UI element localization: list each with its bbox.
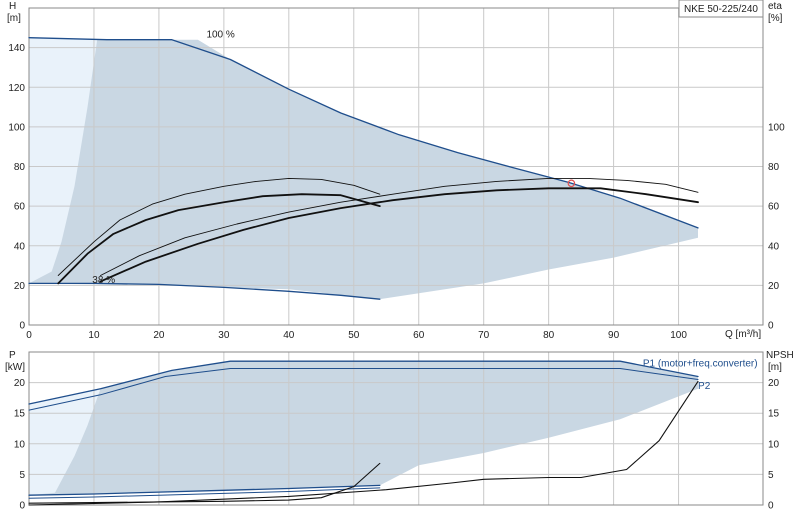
y-right-tick-label: 0 [768, 321, 774, 332]
y-right-tick-label: 5 [768, 470, 774, 481]
x-tick-label: 10 [88, 330, 100, 341]
x-tick-label: 80 [543, 330, 555, 341]
curve-annotation: 38 % [92, 275, 115, 286]
x-tick-label: 70 [478, 330, 490, 341]
y-right-tick-label: 15 [768, 409, 780, 420]
y-right-tick-label: 40 [768, 241, 780, 252]
y-tick-label: 40 [14, 241, 26, 252]
series-label: P1 (motor+freq.converter) [643, 359, 758, 370]
eta-axis-unit: [%] [768, 13, 783, 24]
y-right-tick-label: 20 [768, 281, 780, 292]
power-axis-unit: [kW] [5, 362, 25, 373]
y-right-tick-label: 100 [768, 122, 785, 133]
y-tick-label: 80 [14, 162, 26, 173]
npsh-axis-unit: [m] [768, 362, 782, 373]
x-tick-label: 100 [670, 330, 687, 341]
curve-annotation: 100 % [206, 29, 234, 40]
head_curves-operating-envelope [29, 37, 698, 300]
eta-axis-label: eta [768, 1, 782, 12]
y-right-tick-label: 10 [768, 439, 780, 450]
x-tick-label: 30 [218, 330, 230, 341]
y-tick-label: 0 [19, 501, 25, 512]
y-tick-label: 140 [8, 43, 25, 54]
y-right-tick-label: 0 [768, 501, 774, 512]
chart-title: NKE 50-225/240 [684, 4, 758, 15]
head-axis-label: H [9, 1, 16, 12]
head_curves-group: 0 20 40 60 80 100 120 140 0 20 40 60 80 100 0 10 20 30 40 5… [8, 0, 785, 341]
y-tick-label: 100 [8, 122, 25, 133]
y-right-tick-label: 80 [768, 162, 780, 173]
x-axis-label: Q [m³/h] [725, 329, 761, 340]
y-tick-label: 10 [14, 439, 26, 450]
x-tick-label: 90 [608, 330, 620, 341]
npsh-axis-label: NPSH [766, 350, 794, 361]
y-right-tick-label: 60 [768, 202, 780, 213]
pump-performance-chart: 0 20 40 60 80 100 120 140 0 20 40 60 80 100 0 10 20 30 40 5… [0, 0, 800, 520]
y-tick-label: 60 [14, 202, 26, 213]
y-tick-label: 0 [19, 321, 25, 332]
x-tick-label: 40 [283, 330, 295, 341]
power_curves-group: 0 5 10 15 20 0 5 10 15 20 P1 (motor+freq.converter… [14, 351, 780, 512]
x-tick-label: 20 [153, 330, 165, 341]
series-label: P2 [698, 381, 711, 392]
x-tick-label: 50 [348, 330, 360, 341]
chart-canvas: 0204060801001201400204060801000 10 20 30 40 5… [5, 0, 794, 512]
y-right-tick-label: 20 [768, 378, 780, 389]
y-tick-label: 20 [14, 281, 26, 292]
power-axis-label: P [9, 350, 16, 361]
y-tick-label: 5 [19, 470, 25, 481]
y-tick-label: 15 [14, 409, 26, 420]
x-tick-label: 0 [26, 330, 32, 341]
x-tick-label: 60 [413, 330, 425, 341]
head-axis-unit: [m] [7, 13, 21, 24]
y-tick-label: 120 [8, 83, 25, 94]
y-tick-label: 20 [14, 378, 26, 389]
